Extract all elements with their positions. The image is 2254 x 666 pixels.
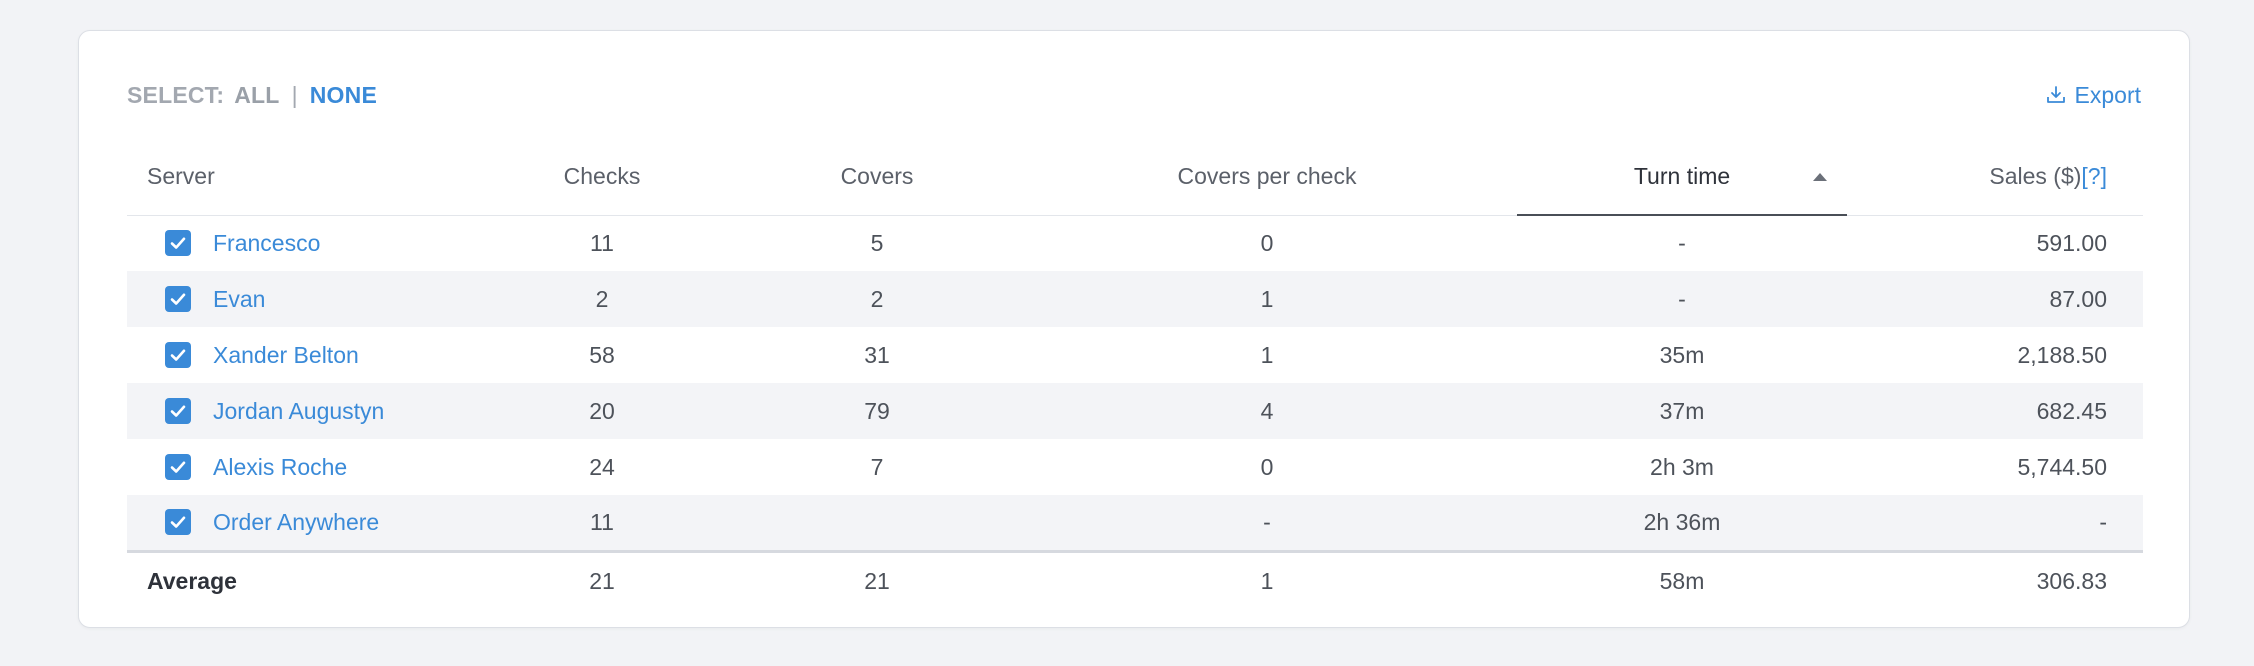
turn-time-cell: -	[1517, 271, 1847, 327]
select-label: SELECT:	[127, 81, 225, 108]
server-name-link[interactable]: Jordan Augustyn	[213, 398, 384, 425]
header-covers-per-check[interactable]: Covers per check	[1017, 139, 1517, 216]
turn-time-cell: -	[1678, 230, 1686, 256]
server-name-link[interactable]: Order Anywhere	[213, 509, 379, 536]
covers-cell: 79	[737, 383, 1017, 439]
covers-per-check-cell: 0	[1260, 453, 1274, 480]
header-server[interactable]: Server	[127, 139, 467, 216]
header-covers[interactable]: Covers	[737, 139, 1017, 216]
checkmark-icon	[170, 293, 186, 305]
checkmark-icon	[170, 237, 186, 250]
table-body: Francesco 11 5 0-591.00 Evan 2 2 1-87.00 Xander …	[127, 215, 2143, 551]
sales-cell: 87.00	[1847, 271, 2143, 327]
checks-cell: 2	[467, 271, 737, 327]
sales-cell: -	[1847, 495, 2143, 551]
checks-cell: 20	[467, 383, 737, 439]
covers-cell: 31	[864, 341, 890, 368]
checkmark-icon	[170, 405, 186, 417]
turn-time-cell: 2h 36m	[1517, 495, 1847, 551]
server-cell: Xander Belton	[127, 327, 467, 383]
server-cell: Order Anywhere	[127, 495, 467, 551]
select-none-link[interactable]: NONE	[310, 82, 377, 109]
server-checkbox[interactable]	[165, 342, 191, 368]
average-label: Average	[127, 549, 467, 611]
average-covers-per-check: 1	[1017, 549, 1517, 611]
table-row: Xander Belton 58 31 1 35m 2,188.50	[127, 327, 2143, 383]
server-cell: Jordan Augustyn	[127, 383, 467, 439]
covers-per-check-cell: -	[1017, 495, 1517, 551]
turn-time-cell: 35m	[1659, 341, 1705, 368]
average-row: Average 21 21 1 58m 306.83	[127, 549, 2143, 611]
table-row: Francesco 11 5 0 - 591.00	[127, 215, 2143, 271]
covers-cell: 7	[870, 453, 884, 480]
average-sales: 306.83	[1847, 549, 2143, 611]
average-checks: 21	[467, 549, 737, 611]
header-checks[interactable]: Checks	[467, 139, 737, 216]
covers-cell: 2	[737, 271, 1017, 327]
table-header-row: Server Checks Covers Covers per check Tu…	[127, 139, 2143, 216]
select-separator: |	[291, 81, 298, 108]
select-controls: SELECT: ALL | NONE	[127, 82, 377, 109]
table-row: Evan 2 2 1-87.00	[127, 271, 2143, 327]
sales-cell: 591.00	[2036, 229, 2107, 256]
turn-time-cell: 37m	[1517, 383, 1847, 439]
sort-ascending-icon	[1813, 173, 1827, 181]
header-sales-label: Sales ($)	[1989, 163, 2082, 190]
sales-cell: 682.45	[1847, 383, 2143, 439]
sales-help-link[interactable]: [?]	[2081, 163, 2107, 189]
server-checkbox[interactable]	[165, 509, 191, 536]
covers-per-check-cell: 1	[1017, 271, 1517, 327]
covers-cell: 5	[870, 229, 884, 256]
checks-cell: 11	[467, 495, 737, 551]
select-all-link[interactable]: ALL	[234, 82, 279, 109]
checks-cell: 58	[589, 341, 615, 368]
report-toolbar: SELECT: ALL | NONE Export	[127, 79, 2141, 111]
checks-cell: 24	[589, 453, 615, 480]
checkmark-icon	[170, 461, 186, 473]
covers-per-check-cell: 4	[1017, 383, 1517, 439]
server-checkbox[interactable]	[165, 454, 191, 480]
server-name-link[interactable]: Alexis Roche	[213, 454, 347, 481]
checkmark-icon	[170, 516, 186, 529]
sales-cell: 5,744.50	[2017, 453, 2107, 480]
server-cell: Evan	[127, 271, 467, 327]
header-sales[interactable]: Sales ($)[?]	[1847, 139, 2143, 216]
header-turn-time[interactable]: Turn time	[1517, 139, 1847, 216]
turn-time-cell: 2h 3m	[1650, 453, 1714, 480]
covers-per-check-cell: 1	[1260, 341, 1274, 368]
server-cell: Alexis Roche	[127, 439, 467, 495]
header-turn-time-label: Turn time	[1633, 163, 1731, 189]
server-name-link[interactable]: Francesco	[213, 230, 320, 257]
table-row: Alexis Roche 24 7 0 2h 3m 5,744.50	[127, 439, 2143, 495]
checks-cell: 11	[590, 229, 614, 256]
server-table: Server Checks Covers Covers per check Tu…	[127, 139, 2143, 611]
server-cell: Francesco	[127, 215, 467, 271]
checkmark-icon	[170, 349, 186, 361]
average-covers: 21	[737, 549, 1017, 611]
table-row: Jordan Augustyn 20 79 4 37m 682.45	[127, 383, 2143, 439]
download-icon	[2046, 86, 2065, 103]
covers-cell	[737, 495, 1017, 551]
average-turn-time: 58m	[1517, 549, 1847, 611]
server-checkbox[interactable]	[165, 398, 191, 424]
server-report-card: SELECT: ALL | NONE Export Server Checks …	[78, 30, 2190, 628]
sales-cell: 2,188.50	[2017, 341, 2107, 368]
server-checkbox[interactable]	[165, 286, 191, 312]
server-name-link[interactable]: Xander Belton	[213, 342, 359, 369]
table-row: Order Anywhere 11 -2h 36m -	[127, 495, 2143, 551]
covers-per-check-cell: 0	[1260, 229, 1274, 256]
server-checkbox[interactable]	[165, 230, 191, 257]
export-button[interactable]: Export	[2045, 82, 2141, 109]
server-name-link[interactable]: Evan	[213, 286, 265, 313]
export-label: Export	[2074, 81, 2141, 108]
